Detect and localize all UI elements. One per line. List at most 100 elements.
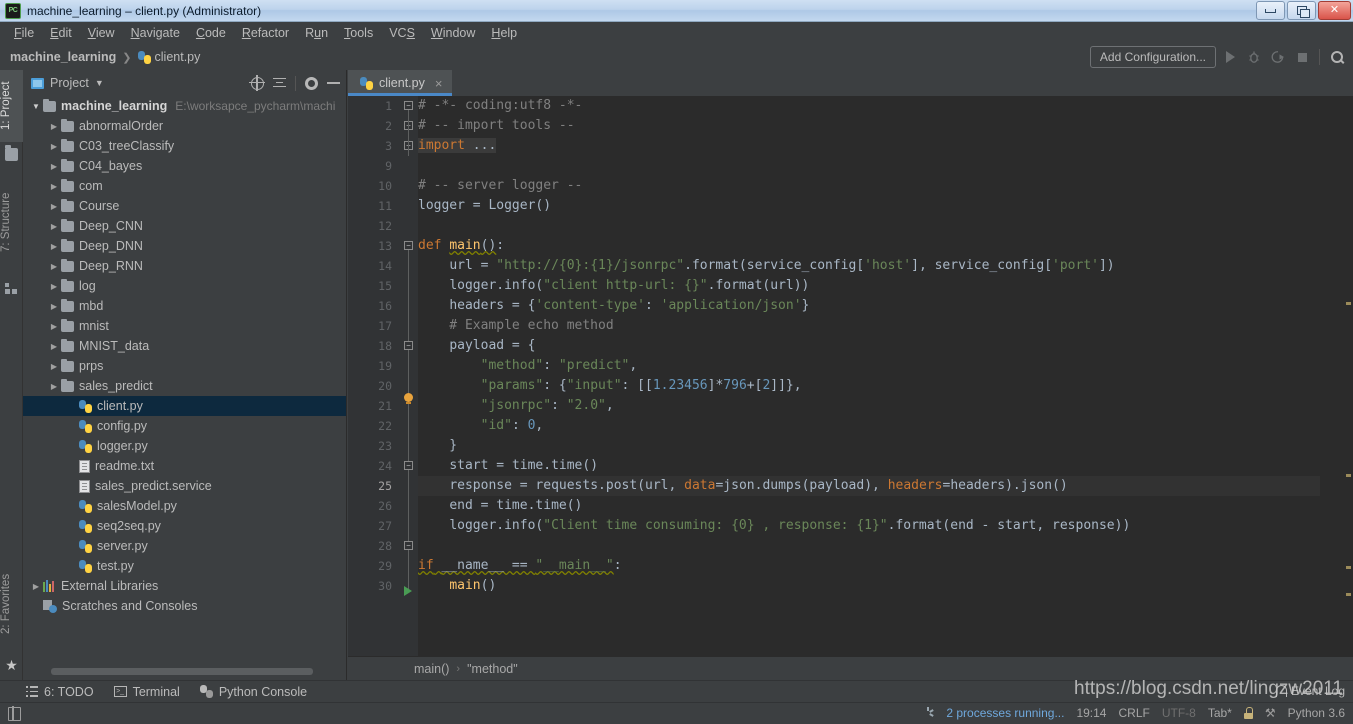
breadcrumb-project[interactable]: machine_learning [10,50,116,64]
lock-icon[interactable] [1243,707,1253,719]
book-icon[interactable] [8,706,21,721]
tree-node-log[interactable]: ▶ log [23,276,346,296]
chevron-down-icon[interactable]: ▼ [95,78,104,88]
chevron-right-icon[interactable]: ▶ [47,242,61,251]
menu-code[interactable]: Code [188,24,234,42]
chevron-right-icon[interactable]: ▶ [47,382,61,391]
status-encoding[interactable]: UTF-8 [1162,706,1196,720]
maximize-button[interactable] [1287,1,1316,20]
tree-node-seq2seq-py[interactable]: seq2seq.py [23,516,346,536]
menu-view[interactable]: View [80,24,123,42]
sidebar-item-structure[interactable]: 7: Structure [0,178,23,266]
tool-button-terminal[interactable]: >_ Terminal [113,685,180,699]
tree-node-machine-learning[interactable]: ▼ machine_learning E:\worksapce_pycharm\ma… [23,96,346,116]
tree-node-scratches-and-consoles[interactable]: Scratches and Consoles [23,596,346,616]
add-configuration-button[interactable]: Add Configuration... [1089,46,1216,68]
tool-button-todo[interactable]: 6: TODO [26,685,94,699]
fold-marker-collapse[interactable]: − [404,241,413,250]
menu-window[interactable]: Window [423,24,483,42]
hide-icon[interactable] [327,82,340,84]
editor-scroll-markers[interactable] [1340,96,1353,656]
tree-node-sales-predict[interactable]: ▶ sales_predict [23,376,346,396]
gear-icon[interactable] [305,76,318,90]
tree-node-external-libraries[interactable]: ▶ External Libraries [23,576,346,596]
sidebar-item-project[interactable]: 1: Project [0,70,23,142]
code-editor[interactable]: 1 2 3 9 10 11 12 13 14 15 16 17 18 19 20 21 22 23 24 25 26 27… [348,96,1353,656]
tree-node-deep-cnn[interactable]: ▶ Deep_CNN [23,216,346,236]
tree-node-test-py[interactable]: test.py [23,556,346,576]
run-icon[interactable] [1220,47,1240,67]
chevron-right-icon[interactable]: ▶ [47,262,61,271]
chevron-right-icon[interactable]: ▶ [47,342,61,351]
chevron-right-icon[interactable]: ▶ [47,322,61,331]
menu-edit[interactable]: Edit [42,24,80,42]
chevron-right-icon[interactable]: ▶ [47,222,61,231]
tree-node-client-py[interactable]: client.py [23,396,346,416]
hammer-icon[interactable]: ⚒ [1265,706,1276,720]
tree-node-abnormalorder[interactable]: ▶ abnormalOrder [23,116,346,136]
fold-marker-collapse[interactable]: − [404,101,413,110]
menu-run[interactable]: Run [297,24,336,42]
menu-file[interactable]: File [6,24,42,42]
select-opened-file-icon[interactable] [249,74,265,91]
chevron-right-icon[interactable]: ▶ [29,582,43,591]
project-tree[interactable]: ▼ machine_learning E:\worksapce_pycharm\ma… [23,96,346,664]
tree-node-logger-py[interactable]: logger.py [23,436,346,456]
menu-help[interactable]: Help [483,24,525,42]
project-horizontal-scrollbar[interactable] [51,668,313,675]
tree-node-readme-txt[interactable]: readme.txt [23,456,346,476]
chevron-right-icon[interactable]: ▶ [47,162,61,171]
chevron-right-icon[interactable]: ▶ [47,142,61,151]
tree-node-config-py[interactable]: config.py [23,416,346,436]
status-line-separator[interactable]: CRLF [1118,706,1149,720]
tree-node-mnist[interactable]: ▶ mnist [23,316,346,336]
tab-client-py[interactable]: client.py × [348,70,453,96]
status-indent[interactable]: Tab* [1208,706,1232,720]
tree-node-com[interactable]: ▶ com [23,176,346,196]
chevron-right-icon[interactable]: ▶ [47,122,61,131]
menu-vcs[interactable]: VCS [381,24,423,42]
tree-node-course[interactable]: ▶ Course [23,196,346,216]
tree-node-prps[interactable]: ▶ prps [23,356,346,376]
debug-icon[interactable] [1244,47,1264,67]
run-gutter-icon[interactable] [404,586,412,596]
chevron-right-icon[interactable]: ▶ [47,302,61,311]
code-text[interactable]: # -*- coding:utf8 -*- # -- import tools -… [418,96,1320,656]
chevron-right-icon[interactable]: ▶ [47,202,61,211]
status-interpreter[interactable]: Python 3.6 [1288,706,1345,720]
tree-node-c04-bayes[interactable]: ▶ C04_bayes [23,156,346,176]
fold-marker-collapse[interactable]: − [404,461,413,470]
menu-tools[interactable]: Tools [336,24,381,42]
breadcrumb-main[interactable]: main() [414,662,449,676]
event-log-button[interactable]: Event Log [1275,684,1345,698]
coverage-icon[interactable] [1268,47,1288,67]
tree-node-c03-treeclassify[interactable]: ▶ C03_treeClassify [23,136,346,156]
chevron-right-icon[interactable]: ▶ [47,362,61,371]
minimize-button[interactable] [1256,1,1285,20]
close-button[interactable]: ✕ [1318,1,1351,20]
sidebar-item-favorites[interactable]: 2: Favorites [0,562,23,646]
intention-bulb-icon[interactable] [402,393,415,406]
tree-node-salesmodel-py[interactable]: salesModel.py [23,496,346,516]
close-icon[interactable]: × [435,77,443,90]
breadcrumb-file[interactable]: client.py [155,50,201,64]
chevron-right-icon[interactable]: ▶ [47,182,61,191]
tool-button-python-console[interactable]: Python Console [199,685,307,699]
menu-navigate[interactable]: Navigate [123,24,188,42]
fold-marker-collapse[interactable]: − [404,341,413,350]
fold-marker-collapse[interactable]: − [404,541,413,550]
stop-icon[interactable] [1292,47,1312,67]
tree-node-sales-predict-service[interactable]: sales_predict.service [23,476,346,496]
status-processes[interactable]: 2 processes running... [946,706,1064,720]
breadcrumb-method[interactable]: "method" [467,662,518,676]
tree-node-mnist-data[interactable]: ▶ MNIST_data [23,336,346,356]
menu-refactor[interactable]: Refactor [234,24,297,42]
tree-node-deep-rnn[interactable]: ▶ Deep_RNN [23,256,346,276]
search-everywhere-icon[interactable] [1327,47,1347,67]
tree-node-server-py[interactable]: server.py [23,536,346,556]
chevron-right-icon[interactable]: ▶ [47,282,61,291]
tree-node-deep-dnn[interactable]: ▶ Deep_DNN [23,236,346,256]
tree-node-mbd[interactable]: ▶ mbd [23,296,346,316]
chevron-down-icon[interactable]: ▼ [29,102,43,111]
collapse-all-icon[interactable] [273,77,286,90]
